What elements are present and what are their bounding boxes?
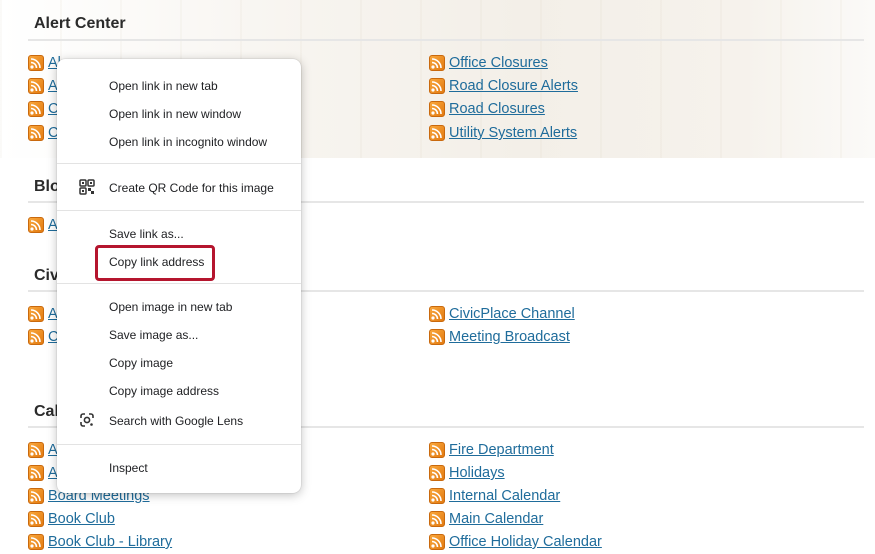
menu-item-open-image-new-tab[interactable]: Open image in new tab	[109, 298, 232, 316]
rss-feed-icon[interactable]	[28, 55, 44, 71]
rss-feed-icon[interactable]	[28, 442, 44, 458]
menu-item-open-link-new-tab[interactable]: Open link in new tab	[109, 77, 218, 95]
feed-item[interactable]: Internal Calendar	[429, 486, 560, 506]
rss-feed-icon[interactable]	[28, 78, 44, 94]
feed-link-main-calendar[interactable]: Main Calendar	[449, 511, 543, 527]
feed-item[interactable]: A	[28, 463, 58, 483]
highlight-box	[95, 245, 215, 281]
feed-link-fire-department[interactable]: Fire Department	[449, 442, 554, 458]
rss-feed-icon[interactable]	[28, 488, 44, 504]
feed-item[interactable]: C	[28, 123, 58, 143]
feed-link-book-club[interactable]: Book Club	[48, 511, 115, 527]
feed-item[interactable]: Holidays	[429, 463, 505, 483]
rss-feed-icon[interactable]	[429, 306, 445, 322]
feed-item[interactable]: C	[28, 99, 58, 119]
feed-link-civicplace-channel[interactable]: CivicPlace Channel	[449, 306, 575, 322]
qr-code-icon	[79, 179, 95, 195]
rss-feed-icon[interactable]	[28, 534, 44, 550]
feed-item[interactable]: A	[28, 304, 58, 324]
feed-item[interactable]: Road Closure Alerts	[429, 76, 578, 96]
menu-separator	[57, 283, 301, 284]
rss-feed-icon[interactable]	[28, 465, 44, 481]
menu-item-save-link-as[interactable]: Save link as...	[109, 225, 184, 243]
feed-link-road-closure-alerts[interactable]: Road Closure Alerts	[449, 78, 578, 94]
feed-item[interactable]: Al	[28, 53, 61, 73]
rss-feed-icon[interactable]	[429, 488, 445, 504]
rss-feed-icon[interactable]	[28, 306, 44, 322]
feed-item[interactable]: Book Club - Library	[28, 532, 172, 552]
menu-separator	[57, 444, 301, 445]
rss-feed-icon[interactable]	[429, 329, 445, 345]
rss-feed-icon[interactable]	[429, 465, 445, 481]
rss-feed-icon[interactable]	[429, 78, 445, 94]
feed-item[interactable]: Office Closures	[429, 53, 548, 73]
feed-item[interactable]: Book Club	[28, 509, 115, 529]
feed-link-meeting-broadcast[interactable]: Meeting Broadcast	[449, 329, 570, 345]
menu-item-open-link-incognito[interactable]: Open link in incognito window	[109, 133, 267, 151]
menu-item-open-link-new-window[interactable]: Open link in new window	[109, 105, 241, 123]
feed-item[interactable]: Utility System Alerts	[429, 123, 577, 143]
menu-separator	[57, 163, 301, 164]
rss-feed-icon[interactable]	[28, 217, 44, 233]
section-title-civic: Civ	[34, 267, 59, 284]
rss-feed-icon[interactable]	[28, 125, 44, 141]
menu-item-copy-image[interactable]: Copy image	[109, 354, 173, 372]
menu-item-inspect[interactable]: Inspect	[109, 459, 148, 477]
section-title-calendar: Cal	[34, 403, 59, 420]
rss-feed-icon[interactable]	[28, 511, 44, 527]
feed-item[interactable]: Fire Department	[429, 440, 554, 460]
feed-item[interactable]: C	[28, 327, 58, 347]
rss-feed-icon[interactable]	[429, 101, 445, 117]
google-lens-icon	[79, 412, 95, 428]
feed-link-road-closures[interactable]: Road Closures	[449, 101, 545, 117]
feed-item[interactable]: A	[28, 440, 58, 460]
section-title-alert-center: Alert Center	[34, 15, 126, 32]
rss-feed-icon[interactable]	[28, 101, 44, 117]
feed-item[interactable]: A	[28, 76, 58, 96]
feed-item[interactable]: Road Closures	[429, 99, 545, 119]
feed-link-office-holiday-calendar[interactable]: Office Holiday Calendar	[449, 534, 602, 550]
rss-feed-icon[interactable]	[429, 55, 445, 71]
feed-item[interactable]: Meeting Broadcast	[429, 327, 570, 347]
feed-link-office-closures[interactable]: Office Closures	[449, 55, 548, 71]
rss-feed-icon[interactable]	[429, 511, 445, 527]
rss-feed-icon[interactable]	[429, 534, 445, 550]
rss-feed-icon[interactable]	[28, 329, 44, 345]
rss-feed-icon[interactable]	[429, 125, 445, 141]
feed-link-book-club-library[interactable]: Book Club - Library	[48, 534, 172, 550]
menu-item-save-image-as[interactable]: Save image as...	[109, 326, 198, 344]
menu-separator	[57, 210, 301, 211]
feed-item[interactable]: A	[28, 215, 58, 235]
section-divider	[28, 39, 864, 41]
menu-item-copy-image-address[interactable]: Copy image address	[109, 382, 219, 400]
feed-link-holidays[interactable]: Holidays	[449, 465, 505, 481]
feed-item[interactable]: Main Calendar	[429, 509, 543, 529]
feed-link-utility-system-alerts[interactable]: Utility System Alerts	[449, 125, 577, 141]
context-menu: Open link in new tab Open link in new wi…	[57, 59, 301, 493]
menu-item-create-qr-code[interactable]: Create QR Code for this image	[109, 179, 274, 197]
feed-item[interactable]: CivicPlace Channel	[429, 304, 575, 324]
feed-link-internal-calendar[interactable]: Internal Calendar	[449, 488, 560, 504]
menu-item-search-google-lens[interactable]: Search with Google Lens	[109, 412, 243, 430]
section-title-blog: Blo	[34, 178, 60, 195]
feed-item[interactable]: Office Holiday Calendar	[429, 532, 602, 552]
rss-feed-icon[interactable]	[429, 442, 445, 458]
